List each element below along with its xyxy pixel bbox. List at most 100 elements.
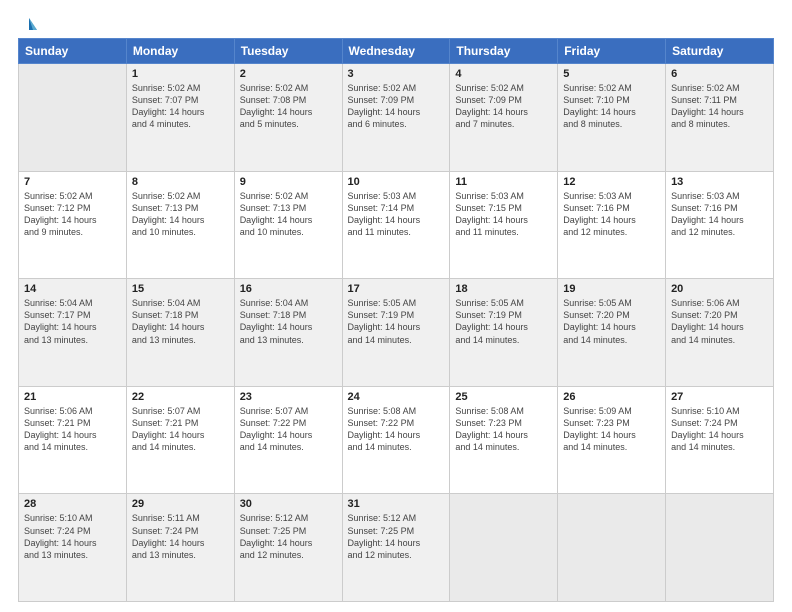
cell-date-number: 13: [671, 176, 768, 188]
calendar-week-row-5: 28Sunrise: 5:10 AMSunset: 7:24 PMDayligh…: [19, 494, 774, 602]
calendar-cell: 21 Sunrise: 5:06 AMSunset: 7:21 PMDayligh…: [19, 386, 127, 494]
weekday-header-row: SundayMondayTuesdayWednesdayThursdayFrid…: [19, 39, 774, 64]
cell-date-number: 4: [455, 68, 552, 80]
cell-date-number: 22: [132, 391, 229, 403]
calendar-cell: 24 Sunrise: 5:08 AMSunset: 7:22 PMDayligh…: [342, 386, 450, 494]
cell-date-number: 24: [348, 391, 445, 403]
cell-date-number: 17: [348, 283, 445, 295]
cell-info-text: Sunrise: 5:02 AMSunset: 7:10 PMDaylight:…: [563, 82, 660, 131]
cell-date-number: 23: [240, 391, 337, 403]
cell-date-number: 29: [132, 498, 229, 510]
cell-date-number: 20: [671, 283, 768, 295]
cell-info-text: Sunrise: 5:03 AMSunset: 7:15 PMDaylight:…: [455, 190, 552, 239]
cell-date-number: 10: [348, 176, 445, 188]
cell-date-number: 14: [24, 283, 121, 295]
cell-date-number: 8: [132, 176, 229, 188]
calendar-cell: 13 Sunrise: 5:03 AMSunset: 7:16 PMDayligh…: [666, 171, 774, 279]
weekday-header-saturday: Saturday: [666, 39, 774, 64]
calendar-cell: 14Sunrise: 5:04 AMSunset: 7:17 PMDayligh…: [19, 279, 127, 387]
calendar-cell: 25Sunrise: 5:08 AMSunset: 7:23 PMDayligh…: [450, 386, 558, 494]
calendar-cell: 17 Sunrise: 5:05 AMSunset: 7:19 PMDayligh…: [342, 279, 450, 387]
cell-info-text: Sunrise: 5:02 AMSunset: 7:12 PMDaylight:…: [24, 190, 121, 239]
cell-info-text: Sunrise: 5:12 AMSunset: 7:25 PMDaylight:…: [240, 512, 337, 561]
calendar-cell: 3Sunrise: 5:02 AMSunset: 7:09 PMDaylight…: [342, 64, 450, 172]
cell-date-number: 27: [671, 391, 768, 403]
cell-date-number: 3: [348, 68, 445, 80]
calendar-cell: 31 Sunrise: 5:12 AMSunset: 7:25 PMDayligh…: [342, 494, 450, 602]
cell-date-number: 1: [132, 68, 229, 80]
cell-date-number: 25: [455, 391, 552, 403]
cell-date-number: 19: [563, 283, 660, 295]
cell-date-number: 6: [671, 68, 768, 80]
cell-date-number: 16: [240, 283, 337, 295]
cell-info-text: Sunrise: 5:02 AMSunset: 7:07 PMDaylight:…: [132, 82, 229, 131]
header: [18, 14, 774, 34]
calendar-cell: 26 Sunrise: 5:09 AMSunset: 7:23 PMDayligh…: [558, 386, 666, 494]
cell-info-text: Sunrise: 5:05 AMSunset: 7:19 PMDaylight:…: [348, 297, 445, 346]
calendar-cell: 15Sunrise: 5:04 AMSunset: 7:18 PMDayligh…: [126, 279, 234, 387]
cell-info-text: Sunrise: 5:04 AMSunset: 7:18 PMDaylight:…: [240, 297, 337, 346]
calendar-cell: 20 Sunrise: 5:06 AMSunset: 7:20 PMDayligh…: [666, 279, 774, 387]
calendar-week-row-3: 14Sunrise: 5:04 AMSunset: 7:17 PMDayligh…: [19, 279, 774, 387]
cell-info-text: Sunrise: 5:03 AMSunset: 7:16 PMDaylight:…: [563, 190, 660, 239]
cell-info-text: Sunrise: 5:05 AMSunset: 7:20 PMDaylight:…: [563, 297, 660, 346]
cell-info-text: Sunrise: 5:03 AMSunset: 7:14 PMDaylight:…: [348, 190, 445, 239]
cell-info-text: Sunrise: 5:02 AMSunset: 7:08 PMDaylight:…: [240, 82, 337, 131]
cell-info-text: Sunrise: 5:03 AMSunset: 7:16 PMDaylight:…: [671, 190, 768, 239]
calendar-cell: [666, 494, 774, 602]
cell-info-text: Sunrise: 5:06 AMSunset: 7:20 PMDaylight:…: [671, 297, 768, 346]
cell-info-text: Sunrise: 5:06 AMSunset: 7:21 PMDaylight:…: [24, 405, 121, 454]
calendar-cell: 16 Sunrise: 5:04 AMSunset: 7:18 PMDayligh…: [234, 279, 342, 387]
calendar-cell: 4 Sunrise: 5:02 AMSunset: 7:09 PMDaylight…: [450, 64, 558, 172]
weekday-header-tuesday: Tuesday: [234, 39, 342, 64]
calendar-cell: 27Sunrise: 5:10 AMSunset: 7:24 PMDayligh…: [666, 386, 774, 494]
cell-date-number: 26: [563, 391, 660, 403]
cell-info-text: Sunrise: 5:02 AMSunset: 7:13 PMDaylight:…: [132, 190, 229, 239]
cell-info-text: Sunrise: 5:02 AMSunset: 7:13 PMDaylight:…: [240, 190, 337, 239]
weekday-header-wednesday: Wednesday: [342, 39, 450, 64]
cell-info-text: Sunrise: 5:07 AMSunset: 7:21 PMDaylight:…: [132, 405, 229, 454]
calendar-table: SundayMondayTuesdayWednesdayThursdayFrid…: [18, 38, 774, 602]
calendar-cell: 1 Sunrise: 5:02 AMSunset: 7:07 PMDaylight…: [126, 64, 234, 172]
logo-icon: [19, 16, 37, 34]
calendar-cell: 11Sunrise: 5:03 AMSunset: 7:15 PMDayligh…: [450, 171, 558, 279]
cell-info-text: Sunrise: 5:05 AMSunset: 7:19 PMDaylight:…: [455, 297, 552, 346]
weekday-header-monday: Monday: [126, 39, 234, 64]
cell-info-text: Sunrise: 5:02 AMSunset: 7:11 PMDaylight:…: [671, 82, 768, 131]
cell-date-number: 31: [348, 498, 445, 510]
calendar-week-row-4: 21 Sunrise: 5:06 AMSunset: 7:21 PMDayligh…: [19, 386, 774, 494]
cell-date-number: 18: [455, 283, 552, 295]
calendar-cell: 2 Sunrise: 5:02 AMSunset: 7:08 PMDaylight…: [234, 64, 342, 172]
calendar-cell: 7Sunrise: 5:02 AMSunset: 7:12 PMDaylight…: [19, 171, 127, 279]
calendar-cell: 19 Sunrise: 5:05 AMSunset: 7:20 PMDayligh…: [558, 279, 666, 387]
cell-date-number: 21: [24, 391, 121, 403]
calendar-cell: [450, 494, 558, 602]
cell-info-text: Sunrise: 5:07 AMSunset: 7:22 PMDaylight:…: [240, 405, 337, 454]
weekday-header-thursday: Thursday: [450, 39, 558, 64]
cell-info-text: Sunrise: 5:04 AMSunset: 7:18 PMDaylight:…: [132, 297, 229, 346]
cell-date-number: 12: [563, 176, 660, 188]
cell-date-number: 5: [563, 68, 660, 80]
calendar-week-row-2: 7Sunrise: 5:02 AMSunset: 7:12 PMDaylight…: [19, 171, 774, 279]
cell-info-text: Sunrise: 5:09 AMSunset: 7:23 PMDaylight:…: [563, 405, 660, 454]
cell-info-text: Sunrise: 5:10 AMSunset: 7:24 PMDaylight:…: [24, 512, 121, 561]
cell-info-text: Sunrise: 5:02 AMSunset: 7:09 PMDaylight:…: [455, 82, 552, 131]
calendar-cell: 29 Sunrise: 5:11 AMSunset: 7:24 PMDayligh…: [126, 494, 234, 602]
calendar-cell: 9 Sunrise: 5:02 AMSunset: 7:13 PMDaylight…: [234, 171, 342, 279]
cell-date-number: 30: [240, 498, 337, 510]
calendar-cell: 12 Sunrise: 5:03 AMSunset: 7:16 PMDayligh…: [558, 171, 666, 279]
weekday-header-friday: Friday: [558, 39, 666, 64]
cell-info-text: Sunrise: 5:08 AMSunset: 7:22 PMDaylight:…: [348, 405, 445, 454]
cell-date-number: 9: [240, 176, 337, 188]
calendar-cell: 22 Sunrise: 5:07 AMSunset: 7:21 PMDayligh…: [126, 386, 234, 494]
calendar-cell: [19, 64, 127, 172]
logo: [18, 18, 37, 34]
weekday-header-sunday: Sunday: [19, 39, 127, 64]
calendar-cell: 23 Sunrise: 5:07 AMSunset: 7:22 PMDayligh…: [234, 386, 342, 494]
cell-info-text: Sunrise: 5:11 AMSunset: 7:24 PMDaylight:…: [132, 512, 229, 561]
calendar-cell: [558, 494, 666, 602]
calendar-cell: 18 Sunrise: 5:05 AMSunset: 7:19 PMDayligh…: [450, 279, 558, 387]
cell-info-text: Sunrise: 5:12 AMSunset: 7:25 PMDaylight:…: [348, 512, 445, 561]
cell-date-number: 2: [240, 68, 337, 80]
calendar-cell: 8 Sunrise: 5:02 AMSunset: 7:13 PMDaylight…: [126, 171, 234, 279]
